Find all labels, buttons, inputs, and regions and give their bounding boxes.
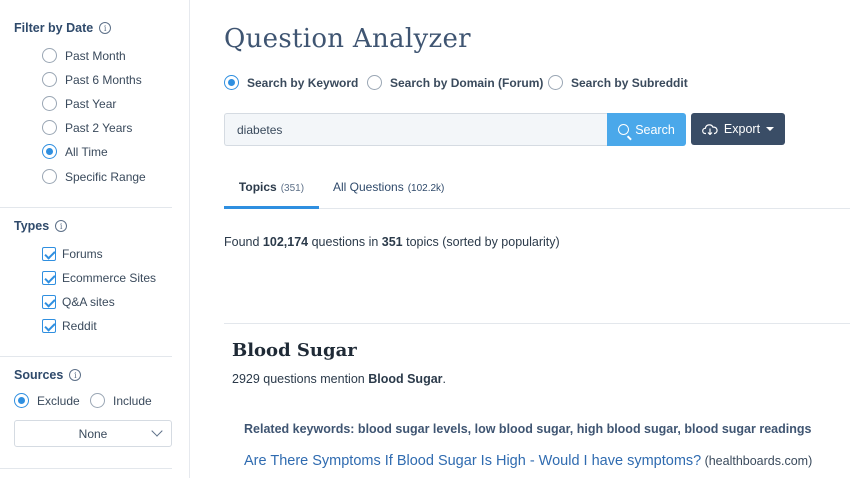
tab-all-questions[interactable]: All Questions (102.2k) bbox=[333, 180, 444, 194]
date-option-label: Specific Range bbox=[65, 169, 146, 184]
caret-down-icon bbox=[766, 127, 775, 131]
results-summary: Found 102,174 questions in 351 topics (s… bbox=[224, 235, 560, 249]
sidebar-divider bbox=[0, 356, 172, 357]
question-link[interactable]: Are There Symptoms If Blood Sugar Is Hig… bbox=[244, 453, 701, 469]
search-mode-subreddit[interactable]: Search by Subreddit bbox=[548, 75, 688, 90]
search-button-label: Search bbox=[635, 122, 675, 137]
search-mode-label: Search by Subreddit bbox=[571, 75, 688, 90]
topic-mention: 2929 questions mention Blood Sugar. bbox=[232, 372, 446, 386]
summary-text: topics (sorted by popularity) bbox=[402, 235, 560, 249]
filter-by-date-heading: Filter by Date i bbox=[14, 21, 112, 35]
type-option-label: Forums bbox=[62, 247, 103, 261]
date-option-label: Past 6 Months bbox=[65, 72, 142, 87]
type-option-forums[interactable]: Forums bbox=[42, 247, 103, 261]
radio-icon[interactable] bbox=[42, 169, 57, 184]
related-keywords: Related keywords: blood sugar levels, lo… bbox=[244, 422, 812, 436]
tab-label: All Questions bbox=[333, 180, 404, 194]
date-option-past-6-months[interactable]: Past 6 Months bbox=[42, 72, 142, 87]
info-icon[interactable]: i bbox=[99, 22, 112, 34]
date-option-label: Past Year bbox=[65, 96, 117, 111]
search-mode-keyword[interactable]: Search by Keyword bbox=[224, 75, 358, 90]
type-option-label: Reddit bbox=[62, 319, 97, 333]
sources-label: Sources bbox=[14, 368, 64, 382]
type-option-reddit[interactable]: Reddit bbox=[42, 319, 97, 333]
mention-term: Blood Sugar bbox=[368, 372, 443, 386]
sources-exclude-label: Exclude bbox=[37, 393, 80, 408]
type-option-qa-sites[interactable]: Q&A sites bbox=[42, 295, 115, 309]
info-icon[interactable]: i bbox=[69, 369, 82, 381]
tab-count: (102.2k) bbox=[407, 183, 445, 194]
date-option-specific-range[interactable]: Specific Range bbox=[42, 169, 146, 184]
question-item: Are There Symptoms If Blood Sugar Is Hig… bbox=[244, 453, 812, 469]
sources-heading: Sources i bbox=[14, 368, 82, 382]
radio-icon[interactable] bbox=[42, 72, 57, 87]
export-button-label: Export bbox=[723, 122, 761, 136]
chevron-down-icon bbox=[151, 425, 163, 437]
tab-count: (351) bbox=[280, 183, 305, 194]
main-panel: Question Analyzer Search by Keyword Sear… bbox=[190, 0, 850, 478]
filter-sidebar: Filter by Date i Past Month Past 6 Month… bbox=[0, 0, 190, 478]
topic-count: 351 bbox=[381, 235, 403, 249]
radio-selected-icon[interactable] bbox=[14, 393, 29, 408]
sources-select[interactable]: None bbox=[14, 420, 172, 447]
search-button[interactable]: Search bbox=[607, 113, 686, 146]
tab-topics[interactable]: Topics (351) bbox=[224, 180, 319, 194]
summary-text: questions in bbox=[308, 235, 382, 249]
active-tab-indicator bbox=[224, 206, 319, 209]
date-option-past-month[interactable]: Past Month bbox=[42, 48, 126, 63]
search-input-value: diabetes bbox=[237, 122, 283, 137]
sources-select-value: None bbox=[78, 426, 108, 441]
radio-selected-icon[interactable] bbox=[42, 144, 57, 159]
sources-exclude-option[interactable]: Exclude bbox=[14, 393, 80, 408]
date-option-past-year[interactable]: Past Year bbox=[42, 96, 116, 111]
search-mode-domain[interactable]: Search by Domain (Forum) bbox=[367, 75, 543, 90]
type-option-label: Q&A sites bbox=[62, 295, 115, 309]
date-option-past-2-years[interactable]: Past 2 Years bbox=[42, 120, 132, 135]
checkbox-checked-icon[interactable] bbox=[42, 247, 56, 261]
topic-title: Blood Sugar bbox=[232, 340, 357, 361]
date-option-label: Past Month bbox=[65, 48, 126, 63]
radio-selected-icon[interactable] bbox=[224, 75, 239, 90]
question-domain: (healthboards.com) bbox=[704, 454, 813, 468]
types-heading: Types i bbox=[14, 219, 68, 233]
sidebar-divider bbox=[0, 468, 172, 469]
date-option-label: All Time bbox=[65, 144, 108, 159]
radio-icon[interactable] bbox=[42, 120, 57, 135]
radio-icon[interactable] bbox=[367, 75, 382, 90]
date-option-label: Past 2 Years bbox=[65, 120, 133, 135]
radio-icon[interactable] bbox=[42, 96, 57, 111]
radio-icon[interactable] bbox=[548, 75, 563, 90]
mention-text: 2929 questions mention bbox=[232, 372, 369, 386]
type-option-label: Ecommerce Sites bbox=[62, 271, 157, 285]
radio-icon[interactable] bbox=[42, 48, 57, 63]
date-option-all-time[interactable]: All Time bbox=[42, 144, 108, 159]
tab-label: Topics bbox=[238, 180, 277, 194]
filter-by-date-label: Filter by Date bbox=[14, 21, 94, 35]
search-icon bbox=[618, 124, 630, 135]
summary-text: Found bbox=[224, 235, 263, 249]
checkbox-checked-icon[interactable] bbox=[42, 271, 56, 285]
types-label: Types bbox=[14, 219, 50, 233]
search-mode-label: Search by Domain (Forum) bbox=[390, 75, 544, 90]
checkbox-checked-icon[interactable] bbox=[42, 295, 56, 309]
checkbox-checked-icon[interactable] bbox=[42, 319, 56, 333]
sources-include-option[interactable]: Include bbox=[90, 393, 152, 408]
export-button[interactable]: Export bbox=[691, 113, 785, 145]
question-count: 102,174 bbox=[262, 235, 309, 249]
radio-icon[interactable] bbox=[90, 393, 105, 408]
result-divider bbox=[224, 323, 850, 324]
mention-text: . bbox=[442, 372, 447, 386]
sidebar-divider bbox=[0, 207, 172, 208]
search-input[interactable]: diabetes bbox=[224, 113, 608, 146]
page-title: Question Analyzer bbox=[224, 24, 471, 54]
search-mode-label: Search by Keyword bbox=[247, 75, 359, 90]
sources-include-label: Include bbox=[113, 393, 152, 408]
info-icon[interactable]: i bbox=[55, 220, 68, 232]
cloud-download-icon bbox=[702, 124, 718, 135]
type-option-ecommerce[interactable]: Ecommerce Sites bbox=[42, 271, 156, 285]
